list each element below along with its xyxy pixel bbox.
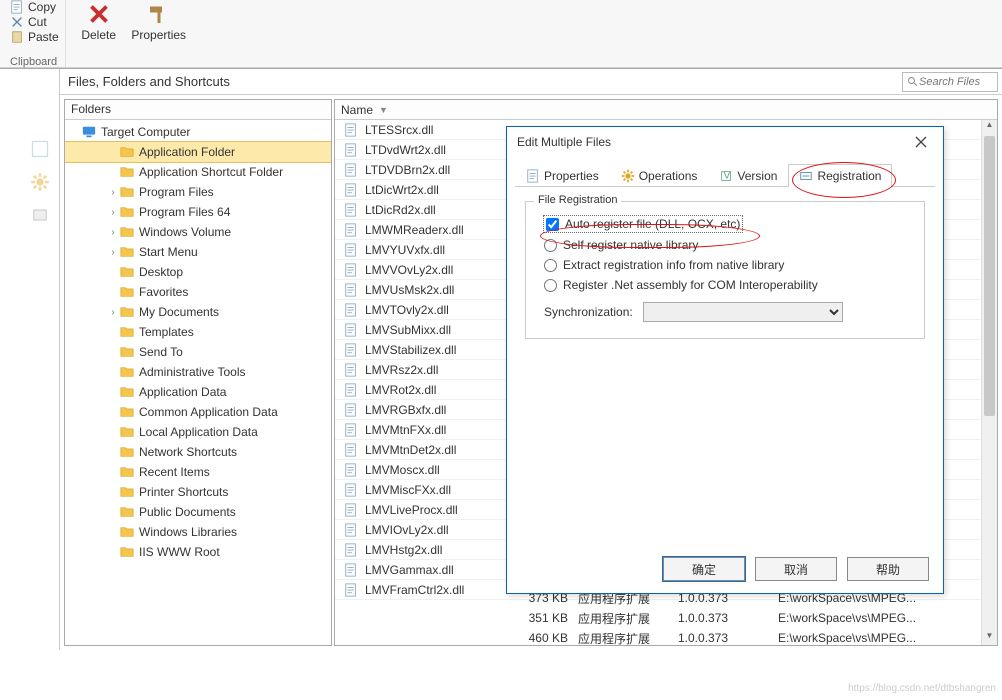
scroll-thumb[interactable] [984, 136, 995, 416]
tree-item[interactable]: ›Program Files 64 [65, 202, 331, 222]
tab-operations[interactable]: Operations [610, 164, 709, 187]
tree-item[interactable]: ›My Documents [65, 302, 331, 322]
tree-item[interactable]: Send To [65, 342, 331, 362]
close-button[interactable] [909, 132, 933, 152]
scrollbar[interactable]: ▲ ▼ [981, 120, 997, 645]
fieldset-legend: File Registration [534, 194, 621, 206]
tree-item[interactable]: Administrative Tools [65, 362, 331, 382]
properties-icon [526, 169, 540, 183]
tree-item[interactable]: Local Application Data [65, 422, 331, 442]
monitor-icon [81, 125, 97, 139]
tree-item[interactable]: ›Start Menu [65, 242, 331, 262]
properties-button[interactable]: Properties [132, 0, 186, 42]
tab-version[interactable]: VVersion [708, 164, 788, 187]
sync-label: Synchronization: [544, 305, 633, 319]
dialog-title: Edit Multiple Files [517, 135, 611, 149]
gear-icon [621, 169, 635, 183]
tab-registration[interactable]: Registration [788, 164, 892, 187]
extract-radio[interactable] [544, 259, 557, 272]
tree-item[interactable]: Favorites [65, 282, 331, 302]
folders-pane: Folders Target Computer Application Fold… [64, 99, 332, 646]
clipboard-group-label: Clipboard [10, 56, 57, 68]
paste-button[interactable]: Paste [10, 30, 59, 44]
auto-register-checkbox[interactable] [546, 218, 559, 231]
tree-item[interactable]: Common Application Data [65, 402, 331, 422]
opt-auto-register[interactable]: Auto register file (DLL, OCX, etc) [544, 216, 742, 232]
files-header[interactable]: Name▼ [335, 100, 997, 120]
gutter-icon-2[interactable] [30, 172, 50, 192]
gutter-icon-1[interactable] [30, 139, 50, 159]
close-icon [914, 135, 928, 149]
tree-item[interactable]: ›Program Files [65, 182, 331, 202]
tree-root[interactable]: Target Computer [65, 122, 331, 142]
tree-item[interactable]: ›Windows Volume [65, 222, 331, 242]
cut-button[interactable]: Cut [10, 15, 59, 29]
tree-item[interactable]: Desktop [65, 262, 331, 282]
section-title: Files, Folders and Shortcuts [60, 74, 238, 89]
net-radio[interactable] [544, 279, 557, 292]
tree-item[interactable]: Recent Items [65, 462, 331, 482]
tree-item[interactable]: Application Data [65, 382, 331, 402]
tree-item[interactable]: Public Documents [65, 502, 331, 522]
tree-item[interactable]: Templates [65, 322, 331, 342]
tree-item[interactable]: Network Shortcuts [65, 442, 331, 462]
svg-text:V: V [724, 170, 731, 182]
tree-item[interactable]: IIS WWW Root [65, 542, 331, 562]
tree-item[interactable]: Printer Shortcuts [65, 482, 331, 502]
detail-rows: 373 KB应用程序扩展1.0.0.373E:\workSpace\vs\MPE… [506, 588, 998, 648]
watermark: https://blog.csdn.net/dtbshangren [848, 683, 996, 694]
tab-properties[interactable]: Properties [515, 164, 610, 187]
left-gutter [0, 69, 60, 650]
delete-button[interactable]: Delete [72, 0, 126, 42]
folder-tree[interactable]: Target Computer Application FolderApplic… [65, 120, 331, 645]
ok-button[interactable]: 确定 [663, 557, 745, 581]
folders-header: Folders [65, 100, 331, 120]
registration-icon [799, 169, 813, 183]
copy-button[interactable]: Copy [10, 0, 59, 14]
search-icon [907, 76, 919, 88]
help-button[interactable]: 帮助 [847, 557, 929, 581]
file-registration-fieldset: File Registration Auto register file (DL… [525, 201, 925, 339]
self-register-radio[interactable] [544, 239, 557, 252]
edit-files-dialog: Edit Multiple Files Properties Operation… [506, 126, 944, 594]
ribbon: Copy Cut Paste Clipboard Delete Properti… [0, 0, 1002, 68]
opt-extract[interactable]: Extract registration info from native li… [544, 258, 912, 272]
sync-select[interactable] [643, 302, 843, 322]
gutter-icon-3[interactable] [30, 205, 50, 225]
opt-self-register[interactable]: Self register native library [544, 238, 912, 252]
cancel-button[interactable]: 取消 [755, 557, 837, 581]
search-input[interactable] [919, 76, 989, 88]
sort-desc-icon: ▼ [379, 105, 388, 115]
search-box[interactable] [902, 72, 998, 92]
tree-item[interactable]: Application Folder [65, 142, 331, 162]
scroll-up-icon[interactable]: ▲ [982, 120, 997, 134]
detail-row: 351 KB应用程序扩展1.0.0.373E:\workSpace\vs\MPE… [506, 608, 998, 628]
version-icon: V [719, 169, 733, 183]
opt-net[interactable]: Register .Net assembly for COM Interoper… [544, 278, 912, 292]
tree-item[interactable]: Application Shortcut Folder [65, 162, 331, 182]
tree-item[interactable]: Windows Libraries [65, 522, 331, 542]
detail-row: 460 KB应用程序扩展1.0.0.373E:\workSpace\vs\MPE… [506, 628, 998, 648]
